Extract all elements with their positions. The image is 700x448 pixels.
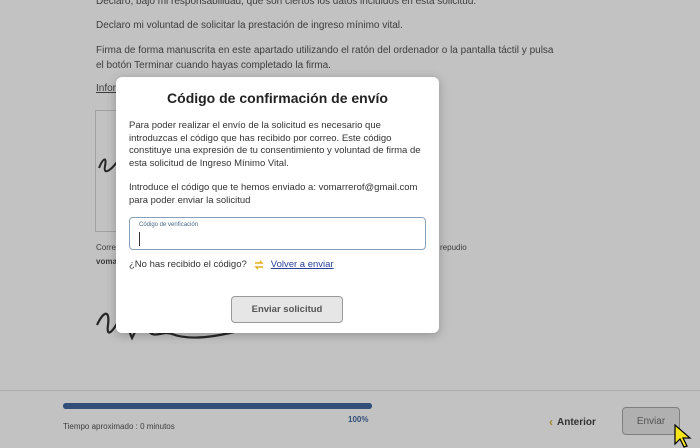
confirmation-dialog: Código de confirmación de envío Para pod… [116, 77, 439, 333]
verification-code-field[interactable]: Código de verificación [129, 217, 426, 250]
verification-code-input[interactable] [139, 232, 409, 246]
refresh-icon [254, 260, 264, 269]
submit-request-button[interactable]: Enviar solicitud [231, 296, 343, 323]
mouse-cursor-icon [674, 424, 692, 448]
dialog-description: Para poder realizar el envío de la solic… [129, 120, 421, 169]
dialog-title: Código de confirmación de envío [167, 90, 388, 106]
resend-link[interactable]: Volver a enviar [271, 259, 334, 270]
verification-code-label: Código de verificación [139, 222, 199, 228]
dialog-email-instruction: Introduce el código que te hemos enviado… [129, 182, 418, 206]
resend-row: ¿No has recibido el código? Volver a env… [129, 259, 334, 270]
resend-question: ¿No has recibido el código? [129, 259, 247, 270]
